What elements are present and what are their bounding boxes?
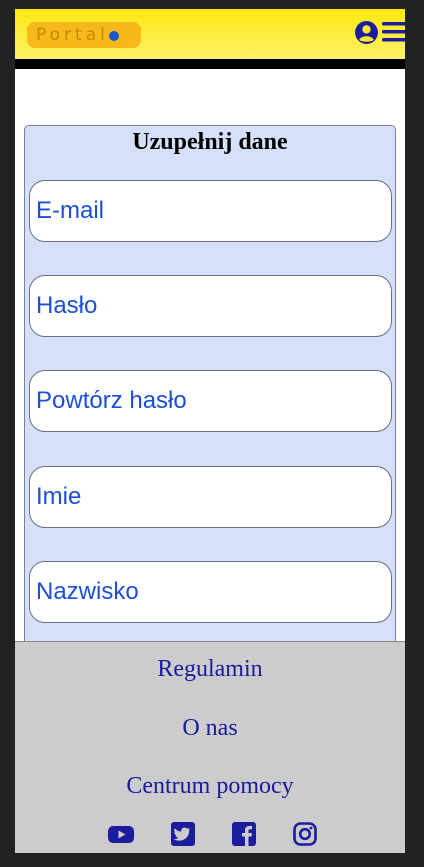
header-divider (15, 59, 405, 69)
instagram-link[interactable] (292, 821, 318, 847)
hamburger-menu-icon (382, 22, 405, 42)
email-field[interactable] (29, 180, 392, 242)
footer: Regulamin O nas Centrum pomocy (15, 641, 405, 853)
instagram-icon (293, 822, 317, 846)
logo[interactable]: Portal (27, 22, 141, 48)
facebook-icon (232, 822, 256, 846)
footer-link-about[interactable]: O nas (15, 715, 405, 742)
registration-form: Uzupełnij dane (24, 125, 396, 685)
page: Portal Uzupełnij dane Regulamin (15, 9, 405, 853)
footer-link-terms[interactable]: Regulamin (15, 656, 405, 683)
header: Portal (15, 9, 405, 59)
form-title: Uzupełnij dane (132, 129, 288, 155)
first-name-field[interactable] (29, 466, 392, 528)
logo-dot (108, 31, 119, 41)
repeat-password-field[interactable] (29, 370, 392, 432)
last-name-field[interactable] (29, 561, 392, 623)
user-circle-icon (355, 21, 378, 44)
twitter-icon (171, 822, 195, 846)
footer-link-help-center[interactable]: Centrum pomocy (15, 773, 405, 800)
logo-text: Portal (36, 25, 109, 45)
youtube-icon (108, 826, 134, 843)
youtube-link[interactable] (108, 821, 134, 847)
facebook-link[interactable] (231, 821, 257, 847)
menu-button[interactable] (382, 21, 405, 43)
twitter-link[interactable] (170, 821, 196, 847)
user-account-button[interactable] (354, 20, 379, 45)
password-field[interactable] (29, 275, 392, 337)
